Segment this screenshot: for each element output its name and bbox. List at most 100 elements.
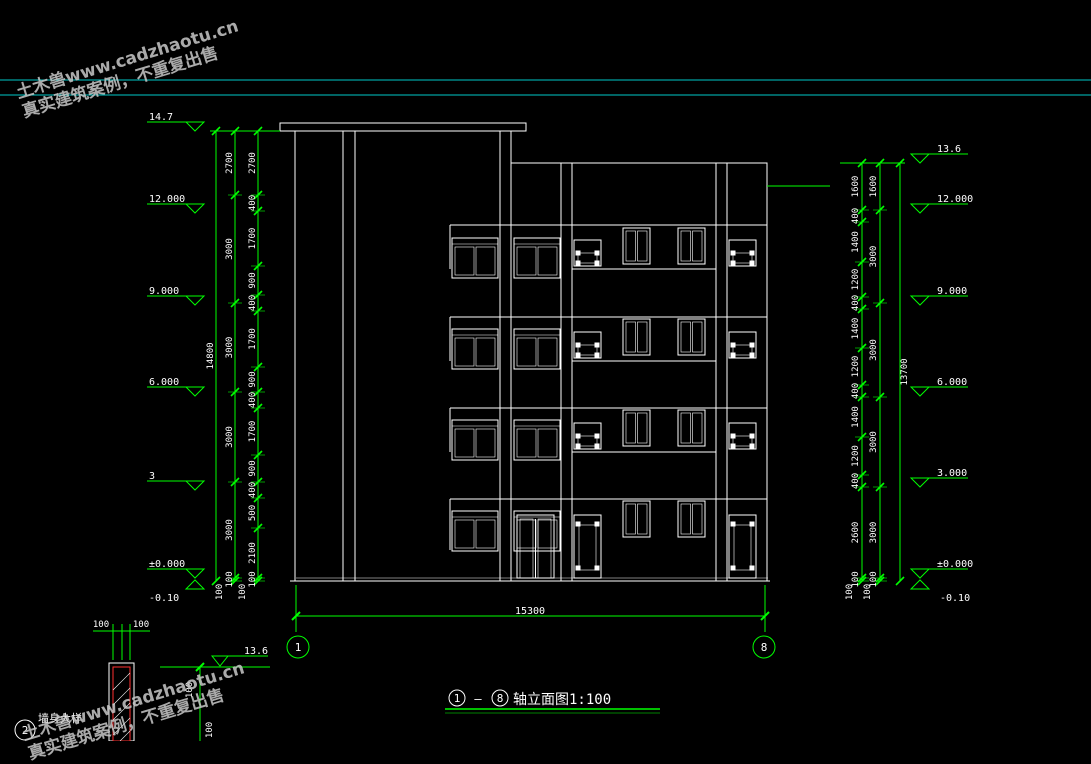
dim-label-base: 100 (215, 584, 225, 600)
axis-bubble-8: 8 (752, 635, 776, 659)
dim-left-total: 14800 (206, 342, 216, 369)
elevation-marker: 3 (147, 471, 206, 491)
dim-label: 900 (248, 272, 258, 288)
balcony-post (749, 342, 755, 348)
window-sash (680, 230, 691, 262)
window-sash (475, 246, 496, 276)
balcony-post (575, 433, 581, 439)
dim-label: 1700 (248, 228, 258, 250)
dim-bottom: 15300 (291, 585, 770, 632)
dim-label: 1200 (851, 356, 861, 378)
balcony-door-panel (578, 524, 597, 571)
elevation-label: ±0.000 (937, 559, 973, 570)
balcony-post (575, 565, 581, 571)
dim-label: 3000 (225, 519, 235, 541)
dim-label: 3000 (225, 426, 235, 448)
window-sash (475, 428, 496, 458)
balcony-post (594, 433, 600, 439)
dim-label-base: 100 (238, 584, 248, 600)
dim-left-lines (210, 130, 280, 581)
dim-label: 1400 (851, 231, 861, 253)
dim-left-labels: 2700 400 1700 900 400 1700 900 400 1700 900 400 500… (206, 152, 258, 600)
window-sash (516, 337, 537, 367)
window-frame (677, 227, 706, 265)
dim-label: 400 (851, 473, 861, 489)
balcony-post (730, 352, 736, 358)
dim-label: 400 (851, 295, 861, 311)
axis-label-8: 8 (761, 641, 768, 654)
dim-label: 500 (248, 505, 258, 521)
dim-label: 900 (248, 371, 258, 387)
dim-label: 1200 (851, 269, 861, 291)
window-sash (537, 428, 558, 458)
title-dash: — (474, 692, 482, 706)
dim-label: 2600 (851, 522, 861, 544)
window-sash (637, 230, 648, 262)
balcony-post (730, 260, 736, 266)
elevation-marker-base: -0.10 (149, 579, 206, 604)
elevation-triangle (909, 568, 931, 579)
window-sash (516, 428, 537, 458)
window-sash (454, 428, 475, 458)
window-sash (680, 321, 691, 353)
window-frame (677, 318, 706, 356)
balcony-post (575, 250, 581, 256)
elevation-marker: 6.000 (147, 377, 206, 397)
dim-label: 100 (225, 571, 235, 587)
drawing-title: 1 — 8 轴立面图1:100 (445, 689, 660, 714)
elevation-triangle (184, 579, 206, 590)
elevation-marker: 14.7 (147, 112, 206, 132)
elevation-marker: 12.000 (909, 194, 973, 214)
window-sash (625, 503, 636, 535)
balcony-post (594, 565, 600, 571)
balcony-post (594, 521, 600, 527)
elevation-label: 3 (149, 471, 155, 482)
dim-label: 400 (248, 392, 258, 408)
elevation-label: 12.000 (937, 194, 973, 205)
axis-bubble-1: 1 (286, 635, 310, 659)
balcony-post (749, 260, 755, 266)
elevation-triangle (184, 568, 206, 579)
window-sash (625, 230, 636, 262)
balcony-post (730, 521, 736, 527)
detail-elev: 13.6 (244, 646, 268, 657)
elevation-triangle (909, 295, 931, 306)
balcony-post (749, 433, 755, 439)
window-sash (637, 321, 648, 353)
balcony-post (730, 443, 736, 449)
elevation-marker: 9.000 (147, 286, 206, 306)
dim-label: 400 (248, 295, 258, 311)
dim-label: 3000 (225, 337, 235, 359)
dim-label: 2100 (248, 542, 258, 564)
elevation-label: ±0.000 (149, 559, 185, 570)
dim-label: 1400 (851, 318, 861, 340)
balcony-post (730, 433, 736, 439)
balcony-post (749, 250, 755, 256)
dim-label: 1700 (248, 328, 258, 350)
dim-label: 3000 (225, 238, 235, 260)
elevation-label: 9.000 (149, 286, 179, 297)
dim-label: 400 (851, 383, 861, 399)
elevation-label: 6.000 (149, 377, 179, 388)
balcony-post (749, 521, 755, 527)
window-sash (692, 321, 703, 353)
balcony-rail (577, 344, 598, 356)
window-sash (637, 503, 648, 535)
dim-label: 3000 (869, 339, 879, 361)
dim-right-total: 13700 (900, 358, 910, 385)
elevation-marker: 13.6 (909, 144, 968, 164)
elevation-marker: 3.000 (909, 468, 968, 488)
dim-label-base: 100 (845, 584, 855, 600)
dim-bottom-label: 15300 (515, 606, 545, 617)
window-frame (677, 409, 706, 447)
window-sash (454, 519, 475, 549)
dim-label: 1400 (851, 406, 861, 428)
elevation-triangle (909, 477, 931, 488)
window-sash (680, 412, 691, 444)
balcony-door-panel (733, 524, 752, 571)
balcony-post (749, 565, 755, 571)
balcony-post (730, 342, 736, 348)
dim-label: 2700 (225, 152, 235, 174)
window-sash (516, 246, 537, 276)
dim-label: 400 (851, 208, 861, 224)
